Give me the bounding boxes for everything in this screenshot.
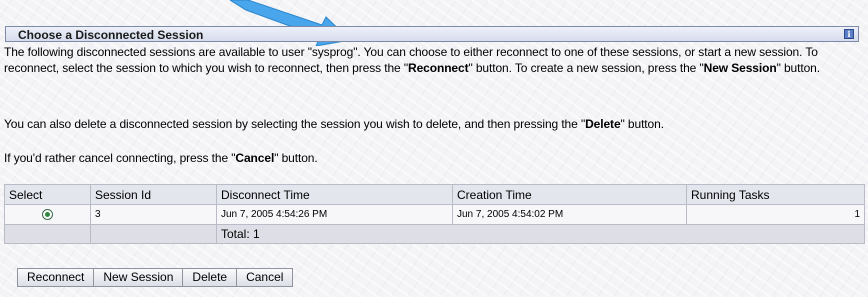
new-session-keyword: New Session (703, 61, 777, 75)
action-buttons: Reconnect New Session Delete Cancel (17, 268, 294, 287)
reconnect-button[interactable]: Reconnect (17, 268, 95, 287)
running-tasks-cell: 1 (686, 204, 865, 225)
select-cell (4, 204, 91, 225)
creation-time-cell: Jun 7, 2005 4:54:02 PM (452, 204, 687, 225)
cancel-button[interactable]: Cancel (236, 268, 294, 287)
info-icon[interactable]: i (844, 29, 854, 39)
total-empty-cell (90, 224, 217, 244)
panel-title: Choose a Disconnected Session (18, 28, 204, 42)
total-row: Total: 1 (4, 224, 865, 244)
table-header-row: Select Session Id Disconnect Time Creati… (4, 184, 865, 205)
disconnect-time-cell: Jun 7, 2005 4:54:26 PM (216, 204, 453, 225)
panel-header: Choose a Disconnected Session i (5, 26, 859, 42)
session-radio-button[interactable] (42, 208, 53, 220)
cancel-instructions: If you'd rather cancel connecting, press… (4, 151, 318, 165)
header-select: Select (4, 184, 91, 205)
header-session-id: Session Id (90, 184, 217, 205)
delete-keyword: Delete (585, 117, 621, 131)
total-empty-cell (4, 224, 91, 244)
new-session-button[interactable]: New Session (93, 268, 184, 287)
delete-instructions: You can also delete a disconnected sessi… (4, 117, 664, 131)
header-creation-time: Creation Time (452, 184, 687, 205)
delete-button[interactable]: Delete (182, 268, 238, 287)
header-disconnect-time: Disconnect Time (216, 184, 453, 205)
session-id-cell: 3 (90, 204, 217, 225)
sessions-table: Select Session Id Disconnect Time Creati… (4, 184, 865, 244)
header-running-tasks: Running Tasks (686, 184, 865, 205)
cancel-keyword: Cancel (235, 151, 275, 165)
reconnect-keyword: Reconnect (408, 61, 469, 75)
total-label: Total: 1 (216, 224, 865, 244)
description-text: The following disconnected sessions are … (4, 45, 820, 75)
table-row[interactable]: 3 Jun 7, 2005 4:54:26 PM Jun 7, 2005 4:5… (4, 204, 865, 225)
